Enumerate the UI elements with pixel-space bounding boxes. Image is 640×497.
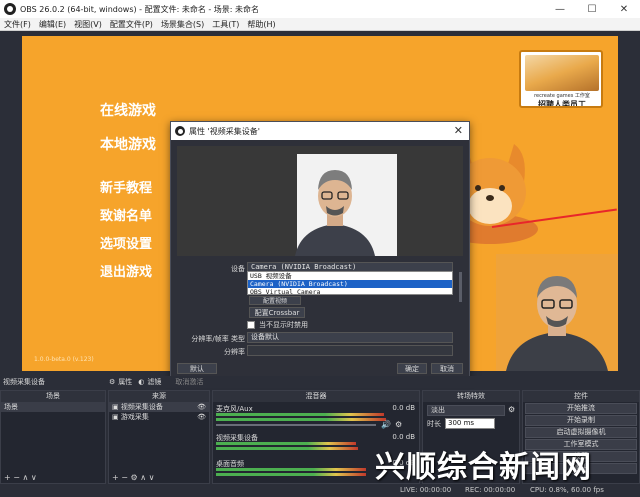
scene-item[interactable]: 场景 [1,402,105,412]
badge-line2: 招聘人类员工 [538,100,586,108]
camera-preview [177,146,463,256]
source-icon: ▣ [112,413,121,421]
dialog-title-bar: 属性 '视频采集设备' [171,122,469,140]
source-label: 游戏采集 [120,413,149,421]
sources-footer-controls[interactable]: + − ⚙ ∧ ∨ [109,473,209,483]
maximize-button[interactable]: ☐ [576,0,608,18]
start-recording-button[interactable]: 开始录制 [525,415,637,426]
device-option-nvidia[interactable]: Camera (NVIDIA Broadcast) [248,280,452,288]
cpu-status: CPU: 0.8%, 60.00 fps [530,486,604,494]
cancel-button[interactable]: 取消 [431,363,463,374]
source-toolbar: 视频采集设备 ⚙ 属性 ◐ 滤镜 取消激活 [0,376,640,388]
start-streaming-button[interactable]: 开始推流 [525,403,637,414]
volume-meter [216,442,356,445]
window-title: OBS 26.0.2 (64-bit, windows) - 配置文件: 未命名… [20,4,260,14]
duration-label: 时长 [427,420,441,428]
res-type-select[interactable]: 设备默认 [247,332,453,343]
gear-icon[interactable]: ⚙ [395,420,402,429]
dialog-scrollbar[interactable] [459,272,462,302]
menu-file[interactable]: 文件(F) [0,19,35,30]
transitions-header: 转场特效 [423,391,519,402]
selected-source-name: 视频采集设备 [3,378,45,386]
mixer-channel-db: 0.0 dB [392,404,415,412]
volume-meter [216,413,384,416]
source-label: 视频采集设备 [120,403,163,411]
game-menu-exit: 退出游戏 [100,265,153,280]
menu-edit[interactable]: 编辑(E) [35,19,70,30]
live-status: LIVE: 00:00:00 [400,486,452,494]
minimize-button[interactable]: — [544,0,576,18]
speaker-icon[interactable]: 🔊 [381,420,391,429]
source-item[interactable]: ▣ 游戏采集 👁 [109,412,209,422]
filters-button[interactable]: 滤镜 [144,377,161,387]
menu-help[interactable]: 帮助(H) [243,19,279,30]
menu-tools[interactable]: 工具(T) [208,19,243,30]
resolution-select[interactable] [247,345,453,356]
dialog-title: 属性 '视频采集设备' [189,126,260,136]
properties-button[interactable]: 属性 [115,377,132,387]
scenes-footer-controls[interactable]: + − ∧ ∨ [1,473,105,483]
configure-crossbar-button[interactable]: 配置Crossbar [249,307,305,318]
mixer-channel-db: 0.0 dB [392,433,415,441]
game-menu-credits: 致谢名单 [100,209,153,224]
version-text: 1.0.0-beta.0 (v.123) [34,356,94,363]
presenter-overlay [496,254,618,371]
game-menu-settings: 选项设置 [100,237,153,252]
volume-meter [216,447,358,450]
rec-status: REC: 00:00:00 [465,486,516,494]
start-virtual-camera-button[interactable]: 启动虚拟摄像机 [525,427,637,438]
sources-dock: 来源 ▣ 视频采集设备 👁 ▣ 游戏采集 👁 + − ⚙ ∧ ∨ [108,390,210,484]
res-type-label: 分辨率/帧率 类型 [191,335,245,343]
sources-header: 来源 [109,391,209,402]
watermark-text: 兴顺综合新闻网 [375,450,592,485]
source-icon: ▣ [112,403,121,411]
volume-meter [216,418,386,421]
mixer-header: 混音器 [213,391,419,402]
obs-logo-icon [175,126,185,136]
filter-icon[interactable]: ◐ [132,378,144,386]
game-menu-online: 在线游戏 [100,103,156,119]
configure-video-button[interactable]: 配置视频 [249,296,301,305]
device-dropdown-list: USB 视频设备 Camera (NVIDIA Broadcast) OBS V… [247,271,453,296]
volume-meter [216,473,366,476]
menu-bar: 文件(F) 编辑(E) 视图(V) 配置文件(P) 场景集合(S) 工具(T) … [0,18,640,31]
device-option-usb[interactable]: USB 视频设备 [248,272,452,280]
close-button[interactable]: ✕ [608,0,640,18]
studio-badge: recreate games 工作室 招聘人类员工 [519,50,603,108]
disable-when-hidden-label: 当不显示时禁用 [259,321,308,329]
menu-view[interactable]: 视图(V) [70,19,106,30]
corgi-photo [525,55,599,91]
disable-when-hidden-checkbox[interactable] [247,321,255,329]
badge-line1: recreate games 工作室 [534,93,590,99]
scenes-header: 场景 [1,391,105,402]
resolution-label: 分辨率 [224,348,245,356]
eye-icon[interactable]: 👁 [197,402,209,412]
transition-select[interactable]: 淡出 [427,405,505,416]
controls-header: 控件 [523,391,639,402]
game-menu-local: 本地游戏 [100,137,156,153]
device-label: 设备 [231,265,245,273]
title-bar: OBS 26.0.2 (64-bit, windows) - 配置文件: 未命名… [0,0,640,18]
device-option-virtual[interactable]: OBS Virtual Camera [248,288,452,296]
scenes-dock: 场景 场景 + − ∧ ∨ [0,390,106,484]
menu-scene-collection[interactable]: 场景集合(S) [157,19,208,30]
gear-icon[interactable]: ⚙ [508,405,515,414]
game-menu-tutorial: 新手教程 [100,181,153,196]
dialog-close-icon[interactable]: ✕ [454,124,463,137]
duration-input[interactable]: 300 ms [445,418,495,429]
volume-slider[interactable] [216,424,376,426]
default-button[interactable]: 默认 [177,363,217,374]
properties-dialog: 属性 '视频采集设备' ✕ 设备 Camera (NVIDIA Broadcas… [170,121,470,378]
ok-button[interactable]: 确定 [397,363,427,374]
eye-icon[interactable]: 👁 [197,412,209,422]
gear-icon[interactable]: ⚙ [45,378,115,386]
menu-profile[interactable]: 配置文件(P) [106,19,157,30]
volume-meter [216,468,366,471]
deactivate-button[interactable]: 取消激活 [161,377,203,387]
source-item[interactable]: ▣ 视频采集设备 👁 [109,402,209,412]
obs-logo-icon [4,3,16,15]
